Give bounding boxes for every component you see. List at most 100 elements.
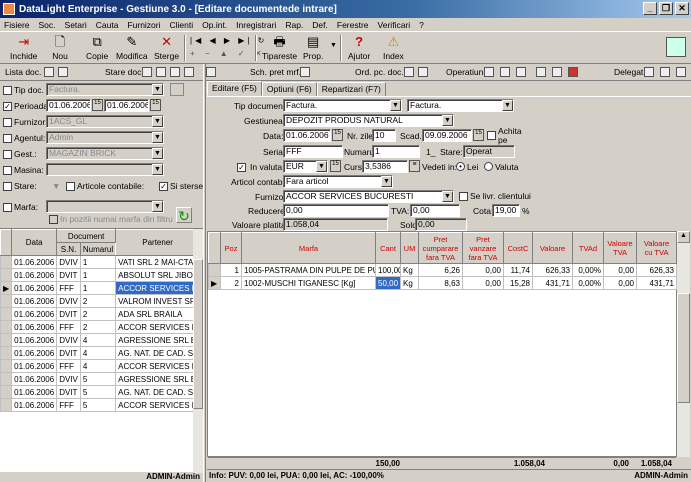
prop-dropdown-icon[interactable]: ▼ xyxy=(330,42,337,49)
nou-button[interactable]: 🗋 Nou xyxy=(52,33,68,62)
table-row[interactable]: 01.06.2006 DVIV 4 AGRESSIONE SRL B xyxy=(0,333,201,347)
furnizor-checkbox[interactable] xyxy=(3,118,12,127)
curs-lookup-icon[interactable]: ≡ xyxy=(409,160,420,172)
index-button[interactable]: ⚠ Index xyxy=(383,33,404,62)
gest-checkbox[interactable] xyxy=(3,150,12,159)
col-valoare-cu-tva[interactable]: Valoare cu TVA xyxy=(636,232,677,264)
menu-soc[interactable]: Soc. xyxy=(39,20,56,30)
list-icon[interactable] xyxy=(44,67,54,77)
masina-field[interactable]: ▼ xyxy=(46,163,164,176)
inchide-button[interactable]: ⇥ Inchide xyxy=(10,33,37,62)
curs-field[interactable]: 3,5386 xyxy=(362,160,408,173)
stare-dropdown-icon[interactable]: ▼ xyxy=(52,181,60,191)
op-icon-1[interactable] xyxy=(484,67,494,77)
op-icon-5[interactable] xyxy=(552,67,562,77)
panel-icon[interactable] xyxy=(206,67,216,77)
ajutor-button[interactable]: ? Ajutor xyxy=(348,33,370,62)
table-row[interactable]: 01.06.2006 DVIV 1 VATI SRL 2 MAI-CTA xyxy=(0,255,201,269)
menu-ferestre[interactable]: Ferestre xyxy=(337,20,369,30)
table-row[interactable]: 01.06.2006 DVIT 4 AG. NAT. DE CAD. S xyxy=(0,346,201,360)
gest-field[interactable]: MAGAZIN BRICK ▼ xyxy=(46,147,164,160)
minimize-button[interactable]: _ xyxy=(643,2,657,15)
table-row[interactable]: ▶ 2 1002-MUSCHI TIGANESC [Kg] 50,00 Kg 8,63 0,… xyxy=(208,276,677,290)
table-row[interactable]: ▶ 01.06.2006 FFF 1 ACCOR SERVICES B xyxy=(0,281,201,295)
col-pret-cumparare[interactable]: Pret cumparare fara TVA xyxy=(418,232,463,264)
table-row[interactable]: 11005-PASTRAMA DIN PULPE DE PUI [Kg]100,… xyxy=(208,263,677,277)
calendar-icon[interactable]: 15 xyxy=(332,129,343,141)
calendar-icon[interactable]: 15 xyxy=(473,129,484,141)
menu-rap[interactable]: Rap. xyxy=(285,20,303,30)
prop-button[interactable]: ▤ Prop. xyxy=(303,33,323,62)
col-data[interactable]: Data xyxy=(11,229,58,256)
order-icon-1[interactable] xyxy=(404,67,414,77)
gestiunea-select[interactable]: DEPOZIT PRODUS NATURAL ▼ xyxy=(283,114,454,127)
cota-field[interactable]: 19,00 xyxy=(492,204,520,217)
status-icon-2[interactable] xyxy=(156,67,166,77)
menu-clienti[interactable]: Clienti xyxy=(170,20,194,30)
tva-field[interactable]: 0,00 xyxy=(410,204,460,217)
articol-contabil-select[interactable]: Fara articol ▼ xyxy=(283,175,393,188)
menu-help[interactable]: ? xyxy=(419,20,424,30)
op-icon-2[interactable] xyxy=(500,67,510,77)
menu-fisiere[interactable]: Fisiere xyxy=(4,20,30,30)
delegat-icon-3[interactable] xyxy=(676,67,686,77)
table-row[interactable]: 01.06.2006 FFF 2 ACCOR SERVICES B xyxy=(0,320,201,334)
tab-editare[interactable]: Editare (F5) xyxy=(207,81,262,96)
furnizor-field[interactable]: 1ACS_GL ▼ xyxy=(46,115,164,128)
table-row[interactable]: 01.06.2006 DVIV 5 AGRESSIONE SRL B xyxy=(0,372,201,386)
col-partener[interactable]: Partener xyxy=(115,229,201,256)
se-livr-checkbox[interactable] xyxy=(459,192,468,201)
copie-button[interactable]: ⧉ Copie xyxy=(86,33,108,62)
numarul-field[interactable]: 1 xyxy=(372,145,420,158)
achita-checkbox[interactable] xyxy=(487,131,496,140)
si-sterse-checkbox[interactable]: ✓ xyxy=(159,182,168,191)
table-cell[interactable]: 50,00 xyxy=(375,276,401,290)
menu-inregistrari[interactable]: Inregistrari xyxy=(236,20,276,30)
price-icon[interactable] xyxy=(300,67,310,77)
tip-document-select-2[interactable]: Factura. ▼ xyxy=(407,99,514,112)
masina-checkbox[interactable] xyxy=(3,166,12,175)
list-filter-icon[interactable] xyxy=(58,67,68,77)
perioada-from-field[interactable]: 01.06.2006 xyxy=(46,99,91,112)
tip-document-select[interactable]: Factura. ▼ xyxy=(283,99,402,112)
tab-optiuni[interactable]: Optiuni (F6) xyxy=(261,82,317,96)
in-pozitii-checkbox[interactable] xyxy=(49,215,58,224)
calendar-icon[interactable]: 15 xyxy=(92,99,103,111)
table-cell[interactable]: 100,00 xyxy=(375,263,401,277)
delegat-icon-1[interactable] xyxy=(644,67,654,77)
perioada-to-field[interactable]: 01.06.2006 xyxy=(104,99,149,112)
table-row[interactable]: 01.06.2006 DVIT 5 AG. NAT. DE CAD. S xyxy=(0,385,201,399)
scad-field[interactable]: 09.09.2006 xyxy=(422,129,472,142)
printer-filter-icon[interactable] xyxy=(170,83,184,96)
col-tvad[interactable]: TVAd xyxy=(572,232,604,264)
delegat-icon-2[interactable] xyxy=(660,67,670,77)
marfa-checkbox[interactable] xyxy=(3,203,12,212)
op-icon-4[interactable] xyxy=(536,67,546,77)
col-um[interactable]: UM xyxy=(400,232,419,264)
menu-furnizori[interactable]: Furnizori xyxy=(127,20,160,30)
status-icon-1[interactable] xyxy=(142,67,152,77)
agentul-checkbox[interactable] xyxy=(3,134,12,143)
lines-scrollbar[interactable]: ▲ xyxy=(677,231,690,457)
table-row[interactable]: 01.06.2006 DVIT 1 ABSOLUT SRL JIBOI xyxy=(0,268,201,282)
col-pret-vanzare[interactable]: Pret vanzare fara TVA xyxy=(462,232,504,264)
documents-scrollbar[interactable] xyxy=(193,229,203,473)
table-row[interactable]: 01.06.2006 FFF 4 ACCOR SERVICES B xyxy=(0,359,201,373)
nr-zile-field[interactable]: 10 xyxy=(372,129,396,142)
col-cant[interactable]: Cant xyxy=(375,232,401,264)
col-costc[interactable]: CostC xyxy=(503,232,533,264)
furnizor-select[interactable]: ACCOR SERVICES BUCURESTI ▼ xyxy=(283,190,454,203)
op-icon-6[interactable] xyxy=(568,67,578,77)
valuta-select[interactable]: EUR ▼ xyxy=(283,160,328,173)
tab-repartizari[interactable]: Repartizari (F7) xyxy=(316,82,386,96)
col-sn[interactable]: S.N. xyxy=(56,242,81,256)
tip-doc-field[interactable]: Factura. ▼ xyxy=(46,83,164,96)
in-valuta-checkbox[interactable]: ✓ xyxy=(237,163,246,172)
calendar-icon[interactable]: 15 xyxy=(150,99,161,111)
tipareste-button[interactable]: 🖶 Tipareste xyxy=(262,33,297,62)
col-valoare[interactable]: Valoare xyxy=(532,232,573,264)
col-marfa[interactable]: Marfa xyxy=(241,232,376,264)
menu-setari[interactable]: Setari xyxy=(65,20,87,30)
order-icon-2[interactable] xyxy=(418,67,428,77)
stare-checkbox[interactable] xyxy=(3,182,12,191)
